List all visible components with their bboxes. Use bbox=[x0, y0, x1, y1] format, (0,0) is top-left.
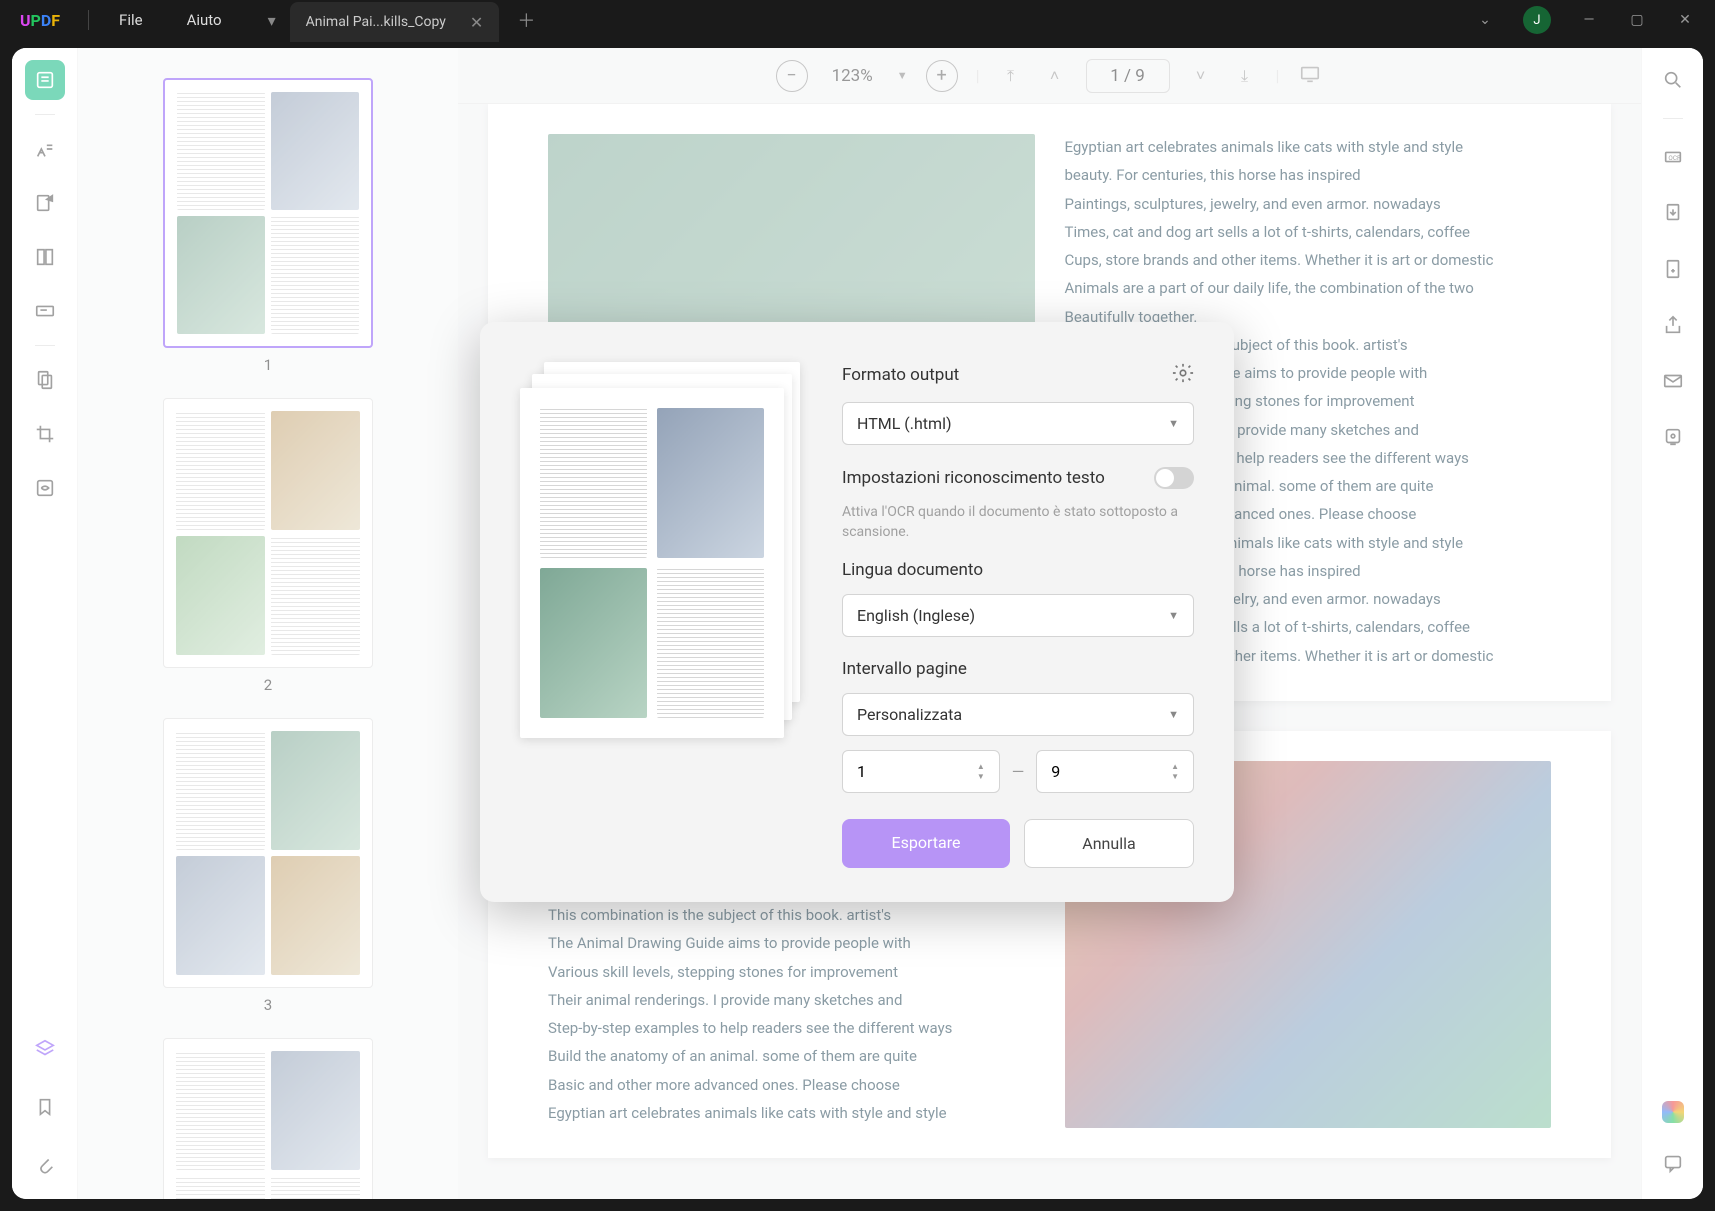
menu-file[interactable]: File bbox=[97, 11, 165, 29]
page-to-input[interactable]: 9 ▲▼ bbox=[1036, 750, 1194, 793]
ocr-toggle[interactable] bbox=[1154, 467, 1194, 489]
export-button[interactable]: Esportare bbox=[842, 819, 1010, 868]
close-tab-icon[interactable]: ✕ bbox=[470, 13, 483, 32]
app-logo: UPDF bbox=[0, 11, 80, 30]
settings-gear-icon[interactable] bbox=[1172, 362, 1194, 388]
chevron-down-icon: ▼ bbox=[1168, 417, 1179, 430]
menu-help[interactable]: Aiuto bbox=[165, 11, 244, 29]
language-select[interactable]: English (Inglese)▼ bbox=[842, 594, 1194, 637]
stepper-up-icon[interactable]: ▲ bbox=[1171, 763, 1179, 771]
export-preview bbox=[520, 362, 808, 868]
cancel-button[interactable]: Annulla bbox=[1024, 819, 1194, 868]
maximize-icon[interactable]: ▢ bbox=[1627, 12, 1647, 28]
user-avatar[interactable]: J bbox=[1523, 6, 1551, 34]
new-tab-icon[interactable]: ＋ bbox=[499, 7, 553, 33]
page-from-input[interactable]: 1 ▲▼ bbox=[842, 750, 1000, 793]
tab-overflow-icon[interactable]: ⌄ bbox=[1475, 12, 1495, 28]
tabs-dropdown-icon[interactable]: ▾ bbox=[254, 11, 290, 30]
output-format-select[interactable]: HTML (.html)▼ bbox=[842, 402, 1194, 445]
ocr-settings-label: Impostazioni riconoscimento testo bbox=[842, 468, 1105, 488]
stepper-down-icon[interactable]: ▼ bbox=[1171, 773, 1179, 781]
page-range-select[interactable]: Personalizzata▼ bbox=[842, 693, 1194, 736]
language-label: Lingua documento bbox=[842, 560, 1194, 580]
chevron-down-icon: ▼ bbox=[1168, 609, 1179, 622]
titlebar: UPDF File Aiuto ▾ Animal Pai...kills_Cop… bbox=[0, 0, 1715, 40]
export-dialog: Formato output HTML (.html)▼ Impostazion… bbox=[480, 322, 1234, 902]
minimize-icon[interactable]: — bbox=[1579, 12, 1599, 28]
close-window-icon[interactable]: ✕ bbox=[1675, 12, 1695, 28]
stepper-down-icon[interactable]: ▼ bbox=[977, 773, 985, 781]
tab-title: Animal Pai...kills_Copy bbox=[306, 14, 446, 30]
output-format-label: Formato output bbox=[842, 365, 959, 385]
stepper-up-icon[interactable]: ▲ bbox=[977, 763, 985, 771]
page-range-label: Intervallo pagine bbox=[842, 659, 1194, 679]
chevron-down-icon: ▼ bbox=[1168, 708, 1179, 721]
range-dash: — bbox=[1012, 762, 1025, 781]
ocr-hint: Attiva l'OCR quando il documento è stato… bbox=[842, 503, 1194, 542]
document-tab[interactable]: Animal Pai...kills_Copy ✕ bbox=[290, 2, 500, 42]
